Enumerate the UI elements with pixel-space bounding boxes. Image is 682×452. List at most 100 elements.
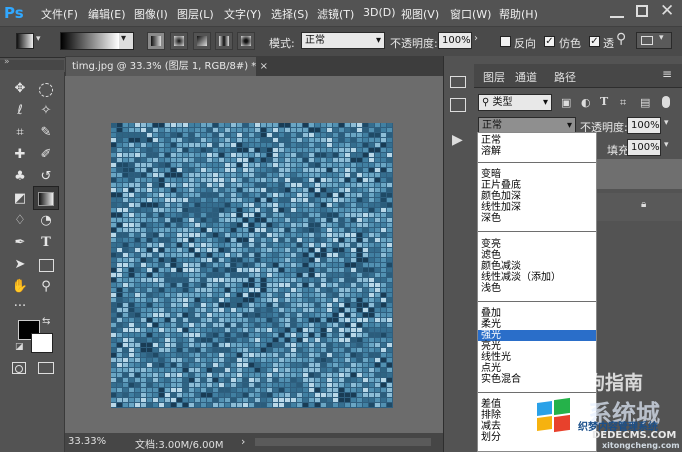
- close-tab-icon[interactable]: ×: [260, 57, 268, 76]
- menu-help[interactable]: 帮助(H): [499, 6, 538, 22]
- magic-wand-tool-icon[interactable]: ✧: [33, 100, 59, 122]
- document-tab[interactable]: timg.jpg @ 33.3% (图层 1, RGB/8#) * ×: [66, 57, 268, 76]
- default-colors-icon[interactable]: ◪: [15, 342, 24, 352]
- blend-option[interactable]: 叠加: [481, 308, 501, 319]
- blend-option[interactable]: 浅色: [481, 283, 501, 294]
- zoom-level[interactable]: 33.33%: [68, 436, 106, 447]
- menu-window[interactable]: 窗口(W): [450, 6, 491, 22]
- filter-pixel-icon[interactable]: ▣: [561, 96, 571, 109]
- angle-gradient-button[interactable]: [193, 32, 211, 50]
- filter-adjustment-icon[interactable]: ◐: [581, 96, 591, 109]
- status-menu-arrow-icon[interactable]: ›: [241, 435, 245, 448]
- gradient-tool-button[interactable]: [33, 186, 59, 210]
- maximize-icon[interactable]: [636, 5, 648, 17]
- panel-menu-icon[interactable]: ≡: [662, 67, 672, 81]
- tab-layers[interactable]: 图层: [483, 69, 505, 85]
- crop-tool-icon[interactable]: ⌗: [7, 122, 33, 144]
- blend-option[interactable]: 亮光: [481, 341, 501, 352]
- blend-option[interactable]: 变亮: [481, 239, 501, 250]
- chevron-down-icon[interactable]: ▾: [664, 140, 669, 150]
- menu-3d[interactable]: 3D(D): [363, 6, 396, 19]
- diamond-gradient-button[interactable]: [237, 32, 255, 50]
- filter-type-icon[interactable]: T: [600, 95, 608, 108]
- reverse-checkbox[interactable]: [500, 36, 511, 47]
- blend-option[interactable]: 线性减淡（添加）: [481, 272, 561, 283]
- eraser-tool-icon[interactable]: ◩: [7, 188, 33, 210]
- dodge-tool-icon[interactable]: ◔: [33, 210, 59, 232]
- horizontal-scrollbar[interactable]: [255, 438, 431, 446]
- blend-option[interactable]: 正片叠底: [481, 180, 521, 191]
- lasso-tool-icon[interactable]: ℓ: [7, 100, 33, 122]
- workspace-switcher[interactable]: ▾: [636, 32, 672, 49]
- layer-fill-input[interactable]: 100%: [627, 139, 661, 156]
- layer-opacity-input[interactable]: 100%: [627, 117, 661, 134]
- screen-mode-icon[interactable]: [38, 362, 54, 374]
- mode-select[interactable]: 正常 ▾: [301, 32, 385, 49]
- quick-mask-icon[interactable]: [12, 362, 26, 374]
- type-tool-icon[interactable]: T: [33, 232, 59, 254]
- linear-gradient-button[interactable]: [147, 32, 165, 50]
- document-canvas[interactable]: [111, 123, 393, 408]
- blend-option[interactable]: 溶解: [481, 146, 501, 157]
- pen-tool-icon[interactable]: ✒: [7, 232, 33, 254]
- gradient-picker[interactable]: ▾: [60, 32, 134, 50]
- history-brush-tool-icon[interactable]: ↺: [33, 166, 59, 188]
- collapse-icon[interactable]: »: [4, 57, 10, 67]
- opacity-input[interactable]: 100%: [438, 32, 472, 49]
- radial-gradient-button[interactable]: [170, 32, 188, 50]
- actions-panel-icon[interactable]: [450, 98, 466, 112]
- blend-option[interactable]: 颜色加深: [481, 191, 521, 202]
- path-selection-tool-icon[interactable]: ➤: [7, 254, 33, 276]
- tab-paths[interactable]: 路径: [554, 69, 576, 85]
- blend-option[interactable]: 线性光: [481, 352, 511, 363]
- more-tools-icon[interactable]: ···: [7, 296, 33, 318]
- blend-option[interactable]: 点光: [481, 363, 501, 374]
- brush-tool-icon[interactable]: ✐: [33, 144, 59, 166]
- close-icon[interactable]: ✕: [660, 1, 674, 21]
- blend-option[interactable]: 实色混合: [481, 374, 521, 385]
- tab-channels[interactable]: 通道: [515, 69, 537, 85]
- blend-option[interactable]: 颜色减淡: [481, 261, 521, 272]
- blend-option[interactable]: 差值: [481, 399, 501, 410]
- layer-row-selected[interactable]: [597, 159, 682, 189]
- move-tool-icon[interactable]: ✥: [7, 78, 33, 100]
- chevron-right-icon[interactable]: ›: [474, 33, 478, 44]
- filter-toggle-icon[interactable]: [662, 96, 670, 108]
- tool-preset-picker[interactable]: ▾: [16, 33, 44, 49]
- eyedropper-tool-icon[interactable]: ✎: [33, 122, 59, 144]
- menu-filter[interactable]: 滤镜(T): [317, 6, 354, 22]
- reflected-gradient-button[interactable]: [215, 32, 233, 50]
- menu-select[interactable]: 选择(S): [271, 6, 309, 22]
- background-color-swatch[interactable]: [31, 333, 53, 353]
- blend-option[interactable]: 滤色: [481, 250, 501, 261]
- history-panel-icon[interactable]: [450, 76, 466, 88]
- blend-option-selected[interactable]: 强光: [481, 330, 501, 341]
- blend-option[interactable]: 排除: [481, 410, 501, 421]
- elliptical-marquee-tool-icon[interactable]: [33, 78, 59, 100]
- hand-tool-icon[interactable]: ✋: [7, 276, 33, 298]
- healing-brush-tool-icon[interactable]: ✚: [7, 144, 33, 166]
- menu-view[interactable]: 视图(V): [401, 6, 439, 22]
- search-icon[interactable]: ⚲: [616, 31, 626, 47]
- blend-option[interactable]: 深色: [481, 213, 501, 224]
- filter-smart-object-icon[interactable]: ▤: [640, 96, 650, 109]
- rectangle-tool-icon[interactable]: [33, 254, 59, 276]
- play-icon[interactable]: ▶: [452, 132, 463, 148]
- menu-edit[interactable]: 编辑(E): [88, 6, 126, 22]
- blend-option[interactable]: 正常: [481, 135, 501, 146]
- blend-option[interactable]: 线性加深: [481, 202, 521, 213]
- dither-checkbox[interactable]: ✓: [544, 36, 555, 47]
- blend-option[interactable]: 减去: [481, 421, 501, 432]
- layer-row-background[interactable]: 🔒︎: [597, 193, 682, 221]
- clone-stamp-tool-icon[interactable]: ♣: [7, 166, 33, 188]
- filter-shape-icon[interactable]: ⌗: [620, 96, 626, 110]
- chevron-down-icon[interactable]: ▾: [664, 118, 669, 128]
- minimize-icon[interactable]: [610, 4, 624, 18]
- swap-colors-icon[interactable]: ⇆: [42, 316, 50, 327]
- menu-file[interactable]: 文件(F): [41, 6, 78, 22]
- layer-filter-select[interactable]: ⚲ 类型 ▾: [478, 94, 552, 111]
- menu-layer[interactable]: 图层(L): [177, 6, 214, 22]
- menu-type[interactable]: 文字(Y): [224, 6, 261, 22]
- blend-option[interactable]: 变暗: [481, 169, 501, 180]
- zoom-tool-icon[interactable]: ⚲: [33, 276, 59, 298]
